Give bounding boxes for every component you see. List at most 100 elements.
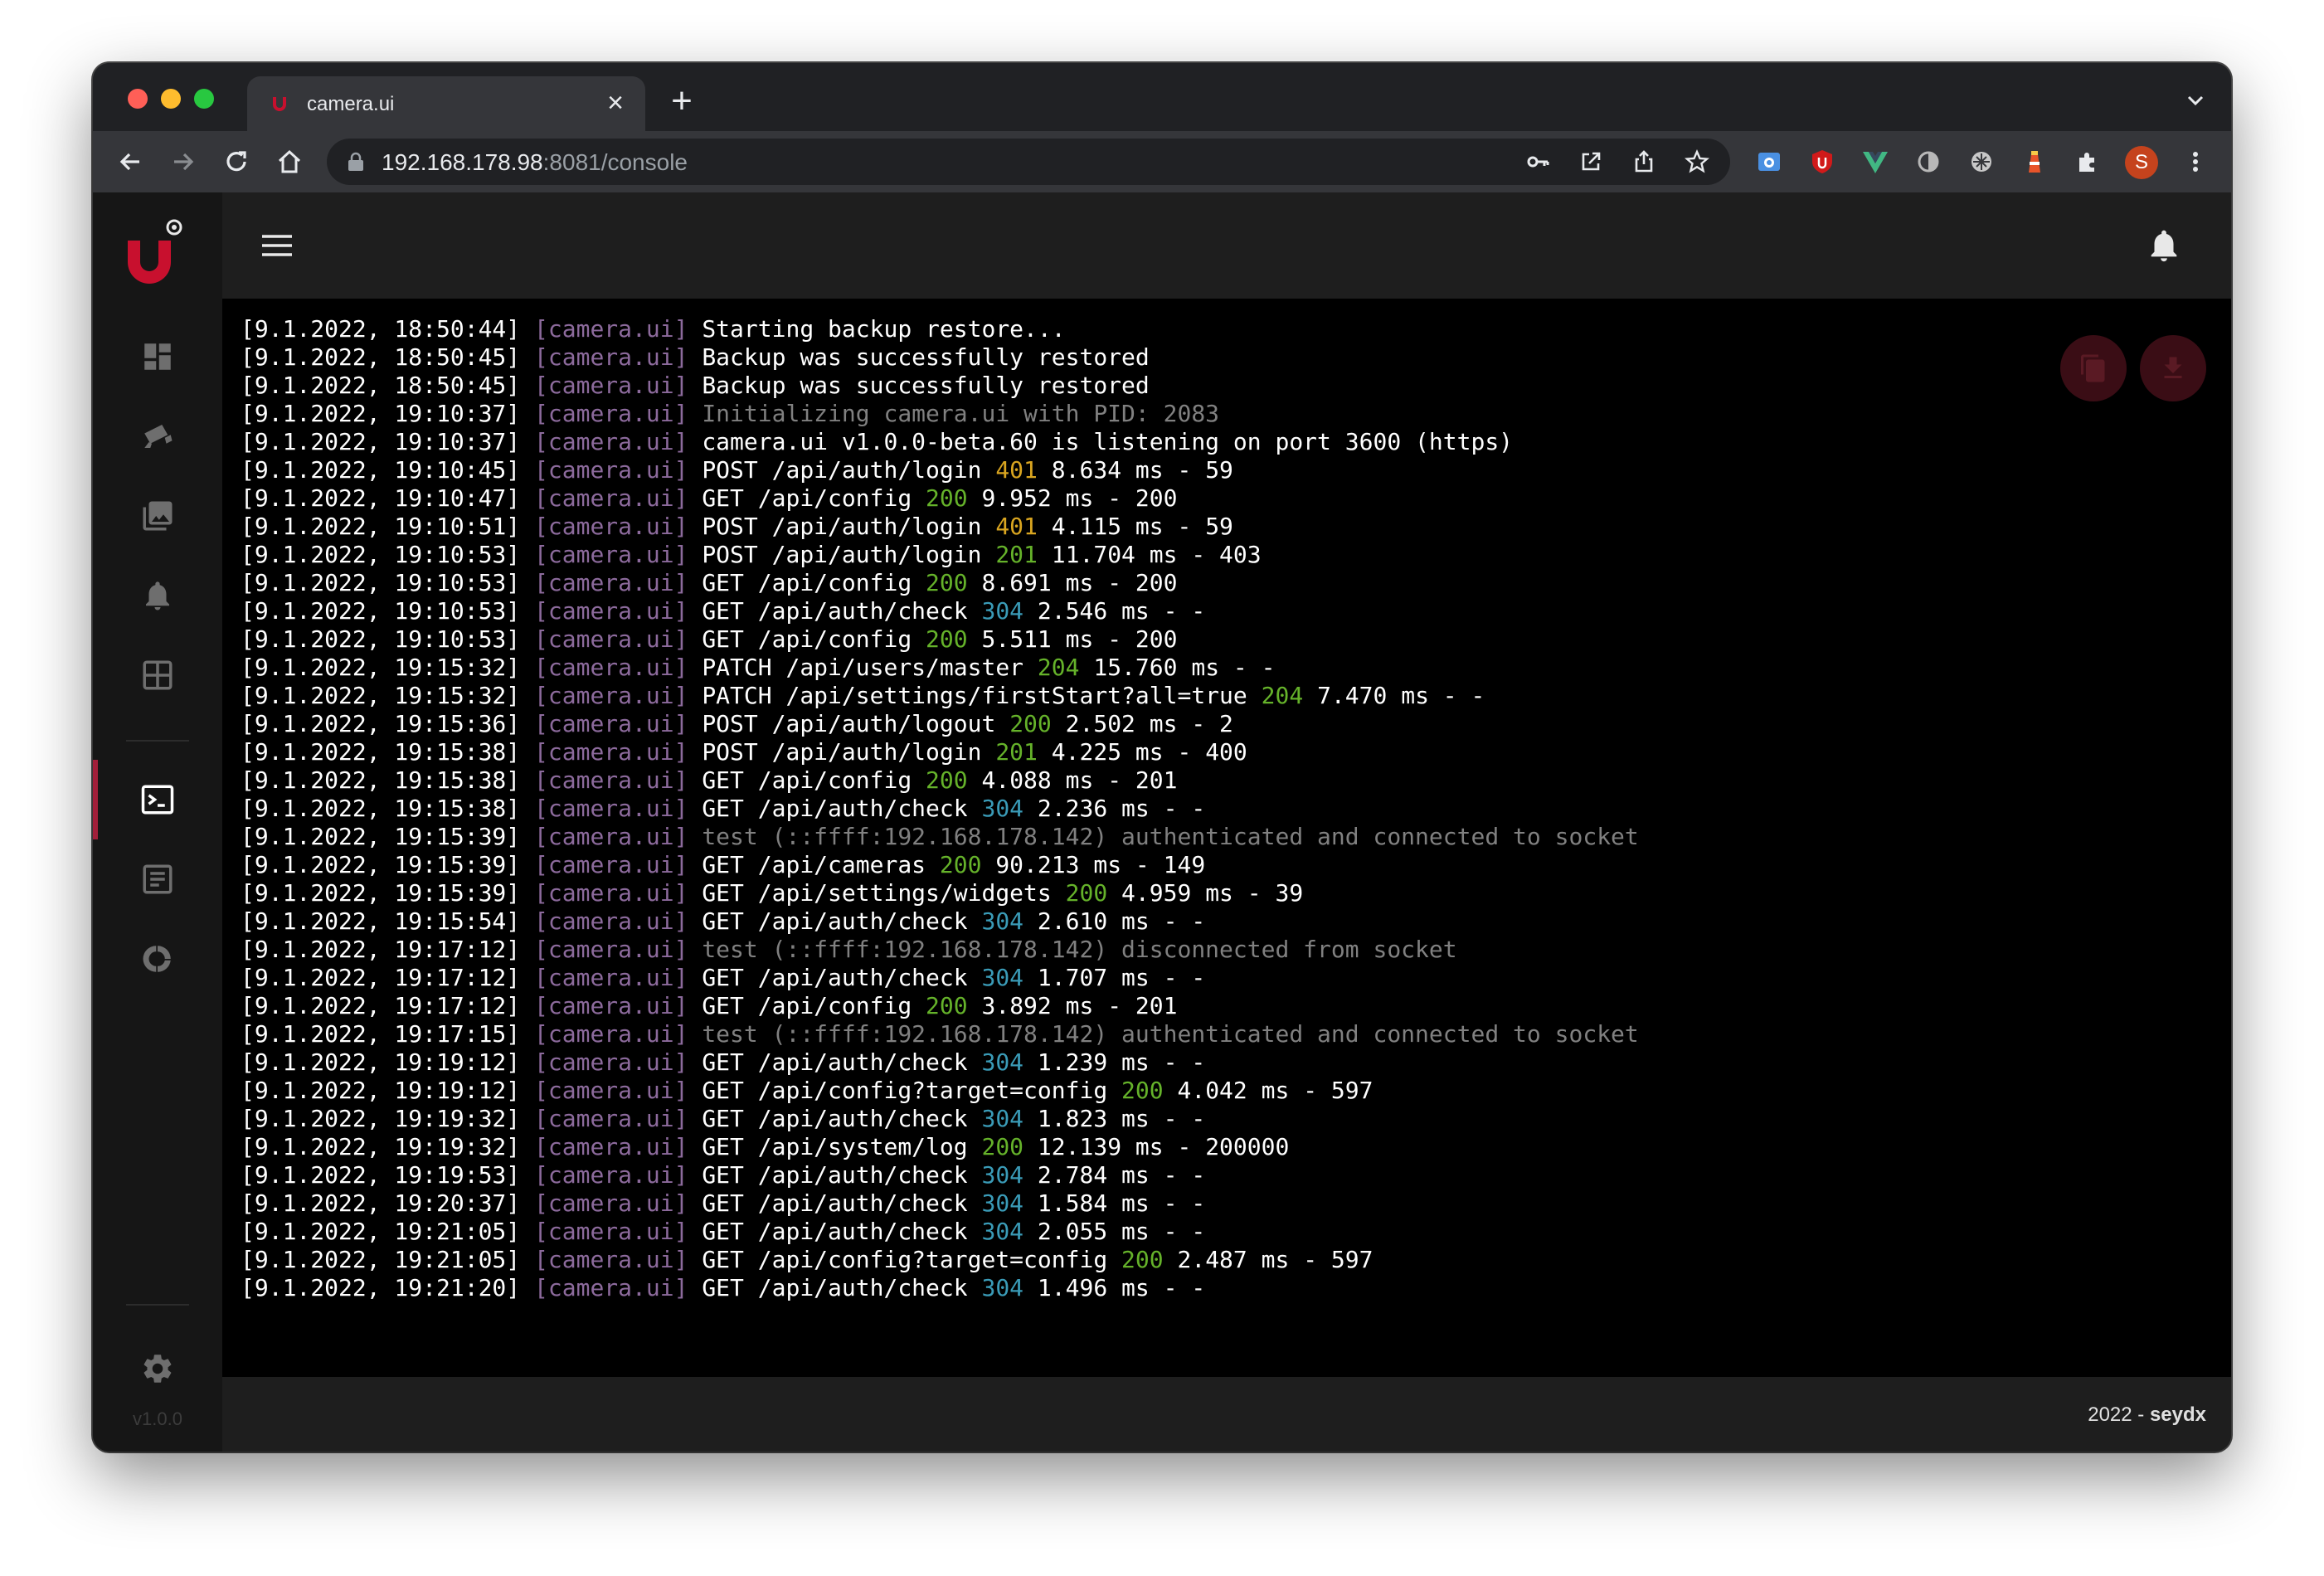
back-arrow-icon[interactable] [114, 146, 146, 178]
log-status-code: 304 [981, 1189, 1024, 1217]
share-icon[interactable] [1631, 148, 1657, 175]
footer-author[interactable]: seydx [2150, 1403, 2206, 1426]
log-source-tag: [camera.ui] [534, 1105, 688, 1132]
log-source-tag: [camera.ui] [534, 851, 688, 878]
log-source-tag: [camera.ui] [534, 879, 688, 907]
url-path: :8081/console [542, 149, 688, 175]
open-external-icon[interactable] [1578, 148, 1604, 175]
log-status-code: 201 [995, 541, 1038, 568]
browser-tab[interactable]: camera.ui × [247, 76, 645, 131]
log-source-tag: [camera.ui] [534, 428, 688, 455]
log-source-tag: [camera.ui] [534, 1161, 688, 1189]
vue-devtools-icon[interactable] [1861, 148, 1889, 176]
log-status-code: 200 [981, 1133, 1024, 1160]
sidebar-item-recordings[interactable] [93, 476, 222, 556]
sidebar-item-log[interactable] [93, 839, 222, 919]
notification-bell-icon[interactable] [2145, 226, 2183, 265]
log-timestamp: [9.1.2022, 18:50:44] [241, 315, 521, 343]
log-source-tag: [camera.ui] [534, 372, 688, 399]
app-version: v1.0.0 [133, 1408, 182, 1429]
log-message: PATCH /api/settings/firstStart?all=true [702, 682, 1247, 709]
log-timing: 4.959 ms - 39 [1121, 879, 1304, 907]
console-line: [9.1.2022, 19:15:39] [camera.ui] test (:… [241, 823, 1653, 851]
console-line: [9.1.2022, 19:15:32] [camera.ui] PATCH /… [241, 682, 1653, 710]
tab-close-icon[interactable]: × [600, 88, 630, 118]
log-message: GET /api/config?target=config [702, 1246, 1108, 1273]
more-vertical-icon[interactable] [2181, 148, 2210, 176]
console-line: [9.1.2022, 19:10:53] [camera.ui] POST /a… [241, 541, 1653, 569]
console-line: [9.1.2022, 19:15:38] [camera.ui] GET /ap… [241, 795, 1653, 823]
log-timing: 2.236 ms - - [1037, 795, 1206, 822]
reload-icon[interactable] [221, 146, 252, 178]
url-text: 192.168.178.98:8081/console [382, 149, 688, 176]
new-tab-button[interactable]: + [665, 83, 698, 119]
console-line: [9.1.2022, 19:10:51] [camera.ui] POST /a… [241, 513, 1653, 541]
sidebar-item-settings[interactable] [93, 1329, 222, 1408]
lighthouse-extension-icon[interactable] [2020, 148, 2049, 176]
cameras-icon [144, 425, 173, 448]
camera-ui-app: v1.0.0 [9.1.2022, 18:50:44] [camera.ui] … [93, 192, 2231, 1452]
sidebar-item-cameras[interactable] [93, 396, 222, 476]
forward-arrow-icon[interactable] [168, 146, 199, 178]
copy-log-button[interactable] [2060, 335, 2127, 401]
log-timing: 8.691 ms - 200 [981, 569, 1178, 596]
browser-toolbar: 192.168.178.98:8081/console S [93, 131, 2231, 192]
sidebar-item-camview[interactable] [93, 635, 222, 715]
app-topbar [222, 192, 2231, 299]
profile-avatar[interactable]: S [2125, 146, 2158, 179]
log-timing: 2.610 ms - - [1037, 907, 1206, 935]
console-line: [9.1.2022, 19:10:37] [camera.ui] Initial… [241, 400, 1653, 428]
log-timing: 1.707 ms - - [1037, 964, 1206, 991]
log-source-tag: [camera.ui] [534, 1246, 688, 1273]
sidebar-item-console[interactable] [93, 760, 222, 839]
window-zoom-button[interactable] [194, 89, 214, 109]
log-status-code: 304 [981, 1105, 1024, 1132]
log-message: GET /api/config?target=config [702, 1077, 1108, 1104]
sidebar-item-dashboard[interactable] [93, 317, 222, 396]
console-line: [9.1.2022, 19:10:47] [camera.ui] GET /ap… [241, 484, 1653, 513]
log-source-tag: [camera.ui] [534, 682, 688, 709]
download-log-button[interactable] [2140, 335, 2206, 401]
log-timestamp: [9.1.2022, 19:10:53] [241, 597, 521, 625]
extensions-puzzle-icon[interactable] [2074, 148, 2102, 176]
screenshot-extension-icon[interactable] [1755, 148, 1783, 176]
log-timing: 1.584 ms - - [1037, 1189, 1206, 1217]
chevron-down-icon[interactable] [2183, 88, 2208, 113]
log-status-code: 304 [981, 1048, 1024, 1076]
log-message: GET /api/auth/check [702, 1105, 968, 1132]
hamburger-menu-icon[interactable] [260, 229, 294, 262]
log-timestamp: [9.1.2022, 19:10:37] [241, 400, 521, 427]
grid-extension-icon[interactable] [1967, 148, 1996, 176]
log-timing: 11.704 ms - 403 [1051, 541, 1262, 568]
home-icon[interactable] [274, 146, 305, 178]
sidebar-item-utilization[interactable] [93, 919, 222, 999]
log-message: Backup was successfully restored [702, 343, 1150, 371]
log-timestamp: [9.1.2022, 19:10:51] [241, 513, 521, 540]
console-line: [9.1.2022, 19:21:20] [camera.ui] GET /ap… [241, 1274, 1653, 1302]
log-message: GET /api/auth/check [702, 1274, 968, 1301]
log-status-code: 200 [926, 766, 968, 794]
download-icon [2164, 357, 2182, 378]
ublock-extension-icon[interactable] [1808, 148, 1836, 176]
darkmode-extension-icon[interactable] [1914, 148, 1942, 176]
log-icon [143, 864, 173, 894]
camera-ui-logo-icon[interactable] [123, 217, 189, 290]
key-icon[interactable] [1524, 148, 1551, 175]
lock-icon[interactable] [347, 152, 365, 172]
sidebar-item-notifications[interactable] [93, 556, 222, 635]
window-minimize-button[interactable] [161, 89, 181, 109]
console-line: [9.1.2022, 19:15:39] [camera.ui] GET /ap… [241, 851, 1653, 879]
log-source-tag: [camera.ui] [534, 343, 688, 371]
log-source-tag: [camera.ui] [534, 1133, 688, 1160]
log-status-code: 304 [981, 795, 1024, 822]
log-message: GET /api/system/log [702, 1133, 968, 1160]
log-message: GET /api/auth/check [702, 1189, 968, 1217]
address-bar[interactable]: 192.168.178.98:8081/console [327, 139, 1730, 185]
console-line: [9.1.2022, 19:19:12] [camera.ui] GET /ap… [241, 1077, 1653, 1105]
console-line: [9.1.2022, 19:10:53] [camera.ui] GET /ap… [241, 597, 1653, 625]
window-close-button[interactable] [128, 89, 148, 109]
tab-strip: camera.ui × + [93, 63, 2231, 131]
log-timing: 4.088 ms - 201 [981, 766, 1178, 794]
bookmark-star-icon[interactable] [1684, 148, 1710, 175]
console-output[interactable]: [9.1.2022, 18:50:44] [camera.ui] Startin… [222, 299, 2231, 1377]
